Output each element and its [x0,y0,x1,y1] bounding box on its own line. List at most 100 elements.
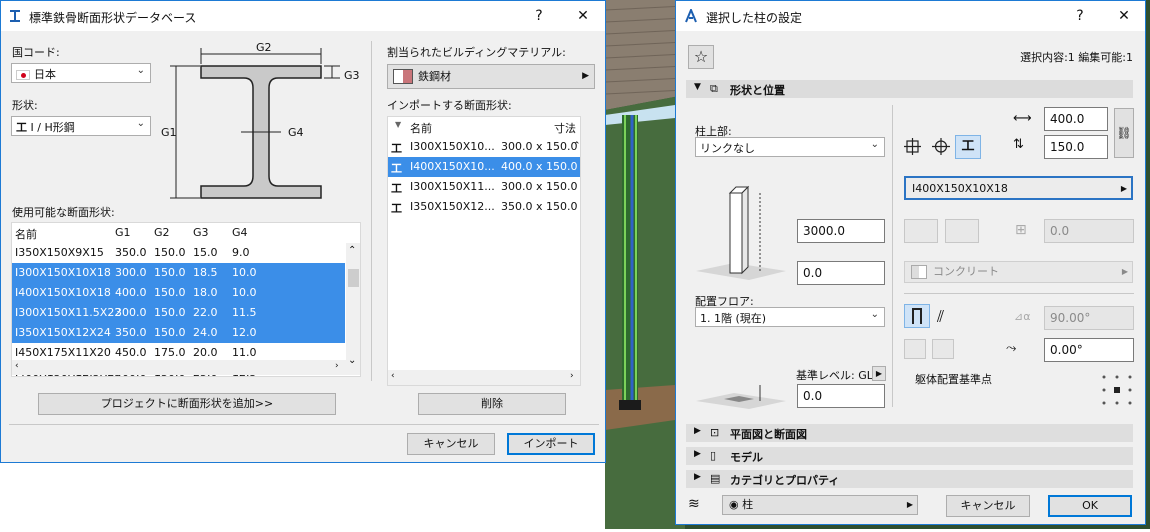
cell-name: I350X150X12... [410,200,495,213]
scroll-left-icon[interactable]: ‹ [391,371,395,381]
horizontal-scrollbar[interactable]: ‹ › [388,370,580,385]
close-button[interactable]: ✕ [1110,5,1138,27]
wrap-icon [932,339,954,359]
chevron-right-icon: ▶ [906,500,913,509]
profile-picker[interactable]: I400X150X10X18 ▶ [904,176,1133,200]
anchor-point-grid-icon[interactable] [1100,373,1134,407]
section-plan-section[interactable]: ▶ ⊡ 平面図と断面図 [686,424,1133,442]
cell-g3: 24.0 [193,326,218,339]
add-profile-button[interactable]: プロジェクトに断面形状を追加>> [38,393,336,415]
import-table[interactable]: ▼ 名前 寸法 工 I300X150X10... 300.0 x 150.0 工 I40… [387,116,581,386]
cell-g4: 10.0 [232,286,257,299]
cell-g2: 175.0 [154,346,186,359]
column-header-g2[interactable]: G2 [154,226,170,239]
column-header-size[interactable]: 寸法 [554,120,576,136]
section-category-properties[interactable]: ▶ ▤ カテゴリとプロパティ [686,470,1133,488]
link-chain-icon[interactable]: ⛓ [1114,108,1134,158]
favorites-star-icon[interactable]: ☆ [688,45,714,69]
delete-button[interactable]: 削除 [418,393,566,415]
list-item[interactable]: 工 I300X150X10... 300.0 x 150.0 [388,137,580,157]
base-level-arrow-button[interactable]: ▶ [872,366,886,381]
section-model[interactable]: ▶ ▯ モデル [686,447,1133,465]
shape-label: 形状: [12,99,38,112]
column-header-g3[interactable]: G3 [193,226,209,239]
shape-select[interactable]: 工 I / H形鋼 ⌄ [11,116,151,136]
steel-profile-dialog: 標準鉄骨断面形状データベース ? ✕ 国コード: 日本 ⌄ 形状: 工 I / … [0,0,606,463]
import-button[interactable]: インポート [507,433,595,455]
i-beam-anchor-icon[interactable]: 工 [955,135,981,159]
cell-name: I400X150X10... [410,160,495,173]
cell-g2: 150.0 [154,326,186,339]
column-settings-dialog: 選択した柱の設定 ? ✕ ☆ 選択内容:1 編集可能:1 ▼ ⧉ 形状と位置 柱… [675,0,1146,525]
country-select[interactable]: 日本 ⌄ [11,63,151,83]
column-header-g4[interactable]: G4 [232,226,248,239]
flag-japan-icon [16,70,30,80]
cell-g4: 11.5 [232,306,257,319]
scroll-down-icon[interactable]: ⌄ [348,355,356,366]
diagram-label-g4: G4 [288,126,304,139]
home-floor-select[interactable]: 1. 1階 (現在) ⌄ [695,307,885,327]
scroll-up-icon[interactable]: ⌃ [348,245,356,256]
slanted-column-icon[interactable]: ⫽ [937,307,944,327]
visibility-eye-icon: ◉ [729,498,739,511]
rotation-angle-input[interactable]: 0.00° [1044,338,1134,362]
list-item[interactable]: 工 I300X150X11... 300.0 x 150.0 [388,177,580,197]
table-row[interactable]: I300X150X10X18 300.0 150.0 18.5 10.0 [12,263,345,283]
archicad-icon [685,9,697,23]
expand-right-icon: ▶ [694,426,701,436]
chevron-down-icon: ⌄ [870,139,879,150]
cell-g3: 18.5 [193,266,218,279]
diagram-label-g2: G2 [256,41,272,54]
help-button[interactable]: ? [525,5,553,27]
cell-name: I300X150X10... [410,140,495,153]
chevron-down-icon: ⌄ [870,309,879,320]
chevron-right-icon: ▶ [582,71,589,81]
height-input[interactable]: 3000.0 [797,219,885,243]
vertical-column-icon[interactable] [904,304,930,328]
width-input[interactable]: 400.0 [1044,107,1108,131]
cancel-button[interactable]: キャンセル [946,495,1030,517]
ok-button[interactable]: OK [1048,495,1132,517]
material-label: 割当られたビルディングマテリアル: [387,46,566,59]
help-button[interactable]: ? [1066,5,1094,27]
column-header-name[interactable]: 名前 [410,120,432,136]
table-row[interactable]: I350X150X9X15 350.0 150.0 15.0 9.0 [12,243,345,263]
top-link-select[interactable]: リンクなし ⌄ [695,137,885,157]
bottom-offset-input[interactable]: 0.0 [797,261,885,285]
veneer-thickness-input[interactable]: 0.0 [1044,219,1134,243]
properties-icon: ▤ [710,472,721,485]
scroll-left-icon[interactable]: ‹ [15,361,19,371]
core-icon [904,219,938,243]
column-header-name[interactable]: 名前 [15,226,37,242]
list-item[interactable]: 工 I400X150X10... 400.0 x 150.0 [388,156,580,178]
layer-picker[interactable]: ◉ 柱 ▶ [722,495,918,515]
base-level-input[interactable]: 0.0 [797,384,885,408]
section-shape-position[interactable]: ▼ ⧉ 形状と位置 [686,80,1133,98]
horizontal-scrollbar[interactable]: ‹ › [12,360,346,375]
column-header-g1[interactable]: G1 [115,226,131,239]
slant-angle-input[interactable]: 90.00° [1044,306,1134,330]
i-beam-icon: 工 [16,121,27,134]
title-bar: 選択した柱の設定 ? ✕ [676,1,1145,31]
i-beam-icon: 工 [391,202,402,215]
table-row[interactable]: I400X150X10X18 400.0 150.0 18.0 10.0 [12,283,345,303]
table-row[interactable]: I300X150X11.5X22 300.0 150.0 22.0 11.5 [12,303,345,323]
list-item[interactable]: 工 I350X150X12... 350.0 x 150.0 [388,197,580,217]
cell-g1: 300.0 [115,266,147,279]
scroll-thumb[interactable] [348,269,359,287]
available-table[interactable]: 名前 G1 G2 G3 G4 I350X150X9X15 350.0 150.0 15… [11,222,361,377]
scroll-up-icon[interactable]: ⌃ [573,141,580,151]
scroll-right-icon[interactable]: › [570,371,574,381]
cell-g4: 11.0 [232,346,257,359]
vertical-scrollbar[interactable]: ⌃ ⌄ [346,243,360,375]
cancel-button[interactable]: キャンセル [407,433,495,455]
table-row[interactable]: I350X150X12X24 350.0 150.0 24.0 12.0 [12,323,345,343]
veneer-material-picker[interactable]: コンクリート ▶ [904,261,1133,283]
depth-input[interactable]: 150.0 [1044,135,1108,159]
cell-name: I350X150X12X24 [15,326,111,339]
scroll-right-icon[interactable]: › [335,361,339,371]
title-bar: 標準鉄骨断面形状データベース ? ✕ [1,1,605,31]
material-picker[interactable]: 鉄鋼材 ▶ [387,64,595,89]
close-button[interactable]: ✕ [569,5,597,27]
i-beam-icon: 工 [391,142,402,155]
